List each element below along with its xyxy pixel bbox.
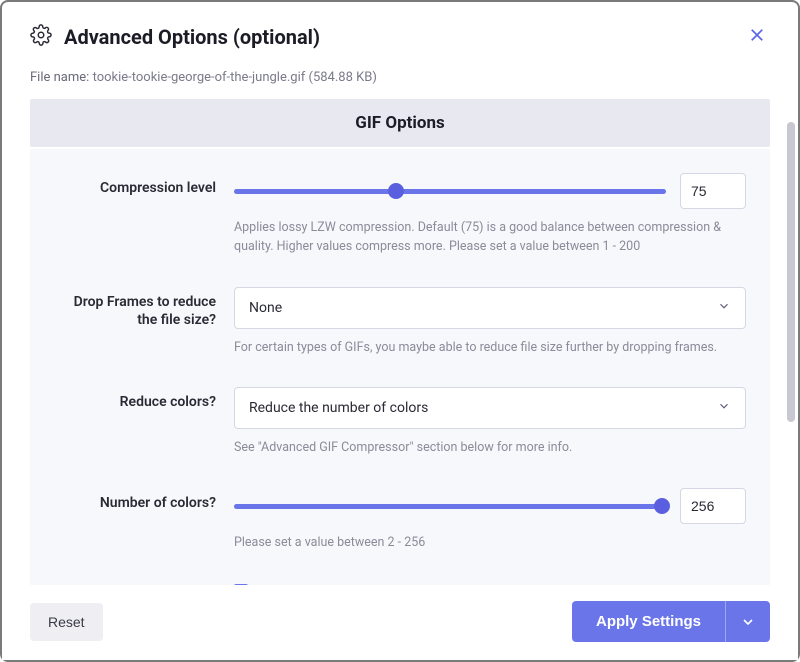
file-name-line: File name: tookie-tookie-george-of-the-j… — [2, 62, 798, 99]
num-colors-input[interactable] — [680, 488, 746, 524]
modal-title: Advanced Options (optional) — [64, 25, 320, 49]
option-row-drop-frames: Drop Frames to reduce the file size? Non… — [54, 287, 746, 358]
options-scroll-area: GIF Options Compression level Applies lo… — [2, 99, 798, 585]
apply-dropdown-button[interactable] — [725, 601, 770, 642]
options-body: Compression level Applies lossy LZW comp… — [30, 149, 770, 585]
slider-fill — [234, 189, 666, 194]
drop-frames-help: For certain types of GIFs, you maybe abl… — [234, 339, 746, 358]
drop-frames-label: Drop Frames to reduce the file size? — [54, 287, 234, 358]
checkbox-icon[interactable] — [234, 584, 248, 585]
compression-label: Compression level — [54, 173, 234, 257]
option-row-compression: Compression level Applies lossy LZW comp… — [54, 173, 746, 257]
compression-help: Applies lossy LZW compression. Default (… — [234, 219, 746, 257]
compression-slider[interactable] — [234, 181, 666, 201]
file-name-value: tookie-tookie-george-of-the-jungle.gif (… — [93, 70, 377, 85]
gear-icon — [30, 24, 52, 50]
section-header: GIF Options — [30, 99, 770, 147]
modal-footer: Reset Apply Settings — [2, 585, 798, 660]
num-colors-slider[interactable] — [234, 496, 666, 516]
option-row-cutoff — [54, 583, 746, 585]
modal-header: Advanced Options (optional) — [2, 2, 798, 62]
drop-frames-select[interactable]: None — [234, 287, 746, 329]
close-icon[interactable] — [744, 22, 770, 52]
option-row-num-colors: Number of colors? Please set a value bet… — [54, 488, 746, 553]
chevron-down-icon — [717, 399, 731, 417]
scrollbar-thumb[interactable] — [787, 122, 795, 422]
reduce-colors-select[interactable]: Reduce the number of colors — [234, 387, 746, 429]
file-name-label: File name: — [30, 70, 89, 85]
num-colors-label: Number of colors? — [54, 488, 234, 553]
chevron-down-icon — [717, 299, 731, 317]
slider-thumb[interactable] — [388, 183, 404, 199]
slider-fill — [234, 504, 666, 509]
option-row-reduce-colors: Reduce colors? Reduce the number of colo… — [54, 387, 746, 458]
compression-input[interactable] — [680, 173, 746, 209]
reduce-colors-help: See "Advanced GIF Compressor" section be… — [234, 439, 746, 458]
apply-settings-button[interactable]: Apply Settings — [572, 601, 725, 642]
reduce-colors-value: Reduce the number of colors — [249, 400, 428, 416]
slider-thumb[interactable] — [654, 498, 670, 514]
drop-frames-value: None — [249, 300, 282, 316]
reduce-colors-label: Reduce colors? — [54, 387, 234, 458]
advanced-options-modal: Advanced Options (optional) File name: t… — [0, 0, 800, 662]
reset-button[interactable]: Reset — [30, 603, 103, 641]
num-colors-help: Please set a value between 2 - 256 — [234, 534, 746, 553]
